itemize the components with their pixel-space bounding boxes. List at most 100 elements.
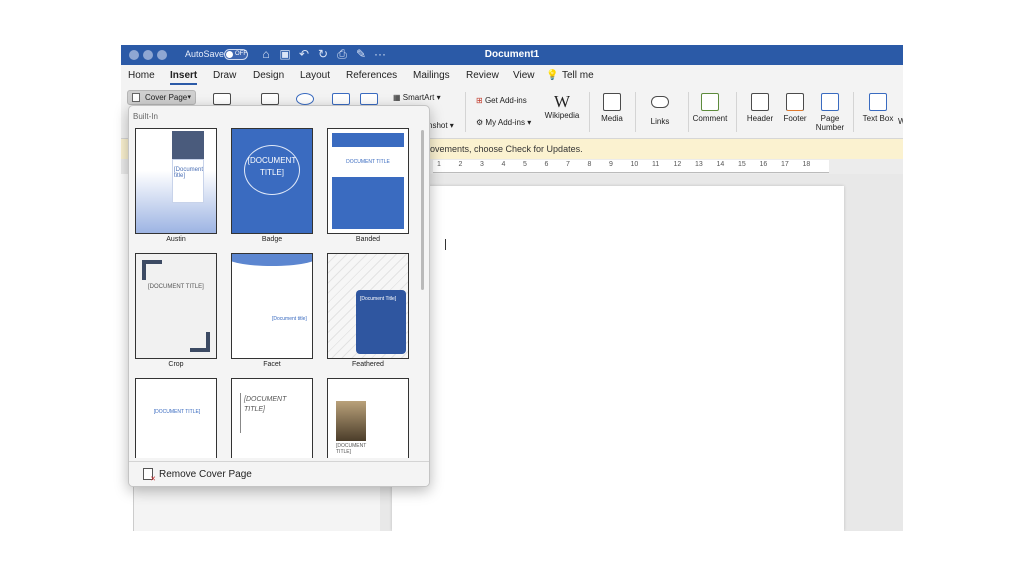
gallery-scrollbar[interactable] — [421, 126, 427, 458]
cover-label-feathered: Feathered — [352, 361, 384, 368]
cover-thumb-text: [DOCUMENT TITLE] — [148, 284, 204, 290]
ruler-number: 7 — [566, 161, 570, 168]
remove-cover-page-button[interactable]: Remove Cover Page — [129, 461, 429, 486]
cover-thumb-banded[interactable]: DOCUMENT TITLE — [327, 128, 409, 234]
cover-page-icon — [132, 93, 140, 102]
cover-thumb-text: DOCUMENT TITLE — [346, 159, 390, 165]
media-label: Media — [601, 114, 623, 123]
get-addins-button[interactable]: ⊞ Get Add-ins — [476, 96, 527, 105]
tab-mailings[interactable]: Mailings — [413, 70, 450, 81]
lightbulb-icon: 💡 — [546, 70, 559, 81]
ruler-number: 13 — [695, 161, 703, 168]
header-button[interactable]: Header — [745, 93, 775, 123]
footer-button[interactable]: Footer — [781, 93, 809, 123]
wikipedia-label: Wikipedia — [544, 111, 580, 120]
ruler-number: 9 — [609, 161, 613, 168]
cover-thumb-text: [Document title] — [272, 316, 307, 322]
update-message: rovements, choose Check for Updates. — [427, 144, 583, 154]
tab-home[interactable]: Home — [128, 70, 155, 81]
my-addins-button[interactable]: ⚙ My Add-ins ▾ — [476, 118, 531, 127]
cover-thumb-text: [DOCUMENT TITLE] — [153, 409, 201, 415]
ruler-number: 10 — [630, 161, 639, 168]
wikipedia-icon: W — [553, 92, 571, 111]
cover-thumb-austin[interactable]: [Document title] — [135, 128, 217, 234]
footer-icon — [786, 93, 804, 111]
ruler-number: 6 — [544, 161, 549, 168]
my-addins-label: My Add-ins — [485, 118, 525, 127]
wikipedia-button[interactable]: W Wikipedia — [543, 92, 581, 121]
comment-button[interactable]: Comment — [691, 93, 729, 123]
gallery-scroll-thumb[interactable] — [421, 130, 424, 290]
ruler-number: 14 — [716, 161, 725, 168]
ruler-number: 4 — [501, 161, 506, 168]
page-number-icon — [821, 93, 839, 111]
page-number-button[interactable]: Page Number — [813, 93, 847, 132]
cover-page-button[interactable]: Cover Page ▾ — [127, 90, 196, 105]
media-icon — [603, 93, 621, 111]
ruler-number: 8 — [587, 161, 592, 168]
media-button[interactable]: Media — [597, 93, 627, 123]
cover-thumb-badge[interactable]: [DOCUMENT TITLE] — [231, 128, 313, 234]
cover-label-crop: Crop — [168, 361, 184, 368]
footer-label: Footer — [783, 114, 807, 123]
smartart-button[interactable]: ▦ SmartArt ▾ — [393, 93, 441, 102]
text-box-button[interactable]: Text Box — [861, 93, 895, 123]
wordart-truncated[interactable]: W — [898, 117, 903, 126]
links-button[interactable]: Links — [645, 93, 675, 126]
page-number-label: Page Number — [815, 114, 845, 132]
screenshot-label: nshot — [428, 121, 448, 130]
cover-thumb-text: [Document title] — [174, 167, 204, 179]
document-page[interactable] — [392, 186, 844, 531]
text-box-label: Text Box — [862, 114, 894, 123]
ruler-number: 16 — [759, 161, 768, 168]
icons-icon — [332, 93, 350, 105]
ruler-number: 11 — [652, 161, 660, 168]
link-icon — [651, 96, 669, 108]
cover-label-austin: Austin — [166, 236, 186, 243]
gallery-section-label: Built-In — [133, 112, 158, 121]
cover-thumb-facet[interactable]: [Document title] — [231, 253, 313, 359]
header-label: Header — [746, 114, 774, 123]
cover-thumb-text: [Document Title] — [360, 296, 397, 302]
cover-thumb-feathered[interactable]: [Document Title] — [327, 253, 409, 359]
cover-thumb-text: [DOCUMENT TITLE] — [336, 443, 367, 455]
cover-thumb-ion[interactable]: [DOCUMENT TITLE] — [327, 378, 409, 458]
cover-thumb-text: [DOCUMENT TITLE] — [244, 396, 287, 413]
ruler-number: 2 — [458, 161, 463, 168]
tab-tell-me[interactable]: Tell me — [562, 70, 594, 81]
ruler-number: 15 — [738, 161, 746, 168]
chevron-down-icon: ▾ — [187, 94, 191, 101]
ruler-number: 3 — [480, 161, 484, 168]
cube-icon — [360, 93, 378, 105]
tab-draw[interactable]: Draw — [213, 70, 236, 81]
links-label: Links — [650, 117, 670, 126]
picture-icon — [261, 93, 279, 105]
cover-thumb-grid[interactable]: [DOCUMENT TITLE] — [135, 378, 217, 458]
shapes-icon — [296, 93, 314, 105]
remove-cover-page-label: Remove Cover Page — [159, 469, 252, 480]
gallery-grid: [Document title] Austin [DOCUMENT TITLE]… — [129, 126, 419, 458]
smartart-label: SmartArt — [402, 93, 435, 102]
ruler-number: 1 — [437, 161, 441, 168]
title-bar: AutoSave OFF ⌂ ▣ ↶ ↻ ⎙ ✎ ··· Document1 — [121, 45, 903, 65]
text-cursor — [445, 239, 446, 250]
cover-label-banded: Banded — [355, 236, 381, 243]
ruler-number: 17 — [781, 161, 789, 168]
cover-label-badge: Badge — [261, 236, 283, 243]
ruler-number: 18 — [802, 161, 811, 168]
comment-icon — [701, 93, 719, 111]
tab-design[interactable]: Design — [253, 70, 284, 81]
screenshot-button[interactable]: nshot ▾ — [428, 121, 454, 130]
tab-layout[interactable]: Layout — [300, 70, 330, 81]
cover-thumb-integral[interactable]: [DOCUMENT TITLE] — [231, 378, 313, 458]
cover-page-gallery: Built-In [Document title] Austin [DOCUME… — [128, 105, 430, 487]
cover-page-label: Cover Page — [145, 93, 188, 102]
document-title: Document1 — [484, 49, 540, 60]
tab-insert[interactable]: Insert — [170, 70, 198, 85]
cover-thumb-crop[interactable]: [DOCUMENT TITLE] — [135, 253, 217, 359]
tab-references[interactable]: References — [346, 70, 397, 81]
tab-review[interactable]: Review — [466, 70, 499, 81]
comment-label: Comment — [692, 114, 728, 123]
table-icon — [213, 93, 231, 105]
tab-view[interactable]: View — [513, 70, 535, 81]
